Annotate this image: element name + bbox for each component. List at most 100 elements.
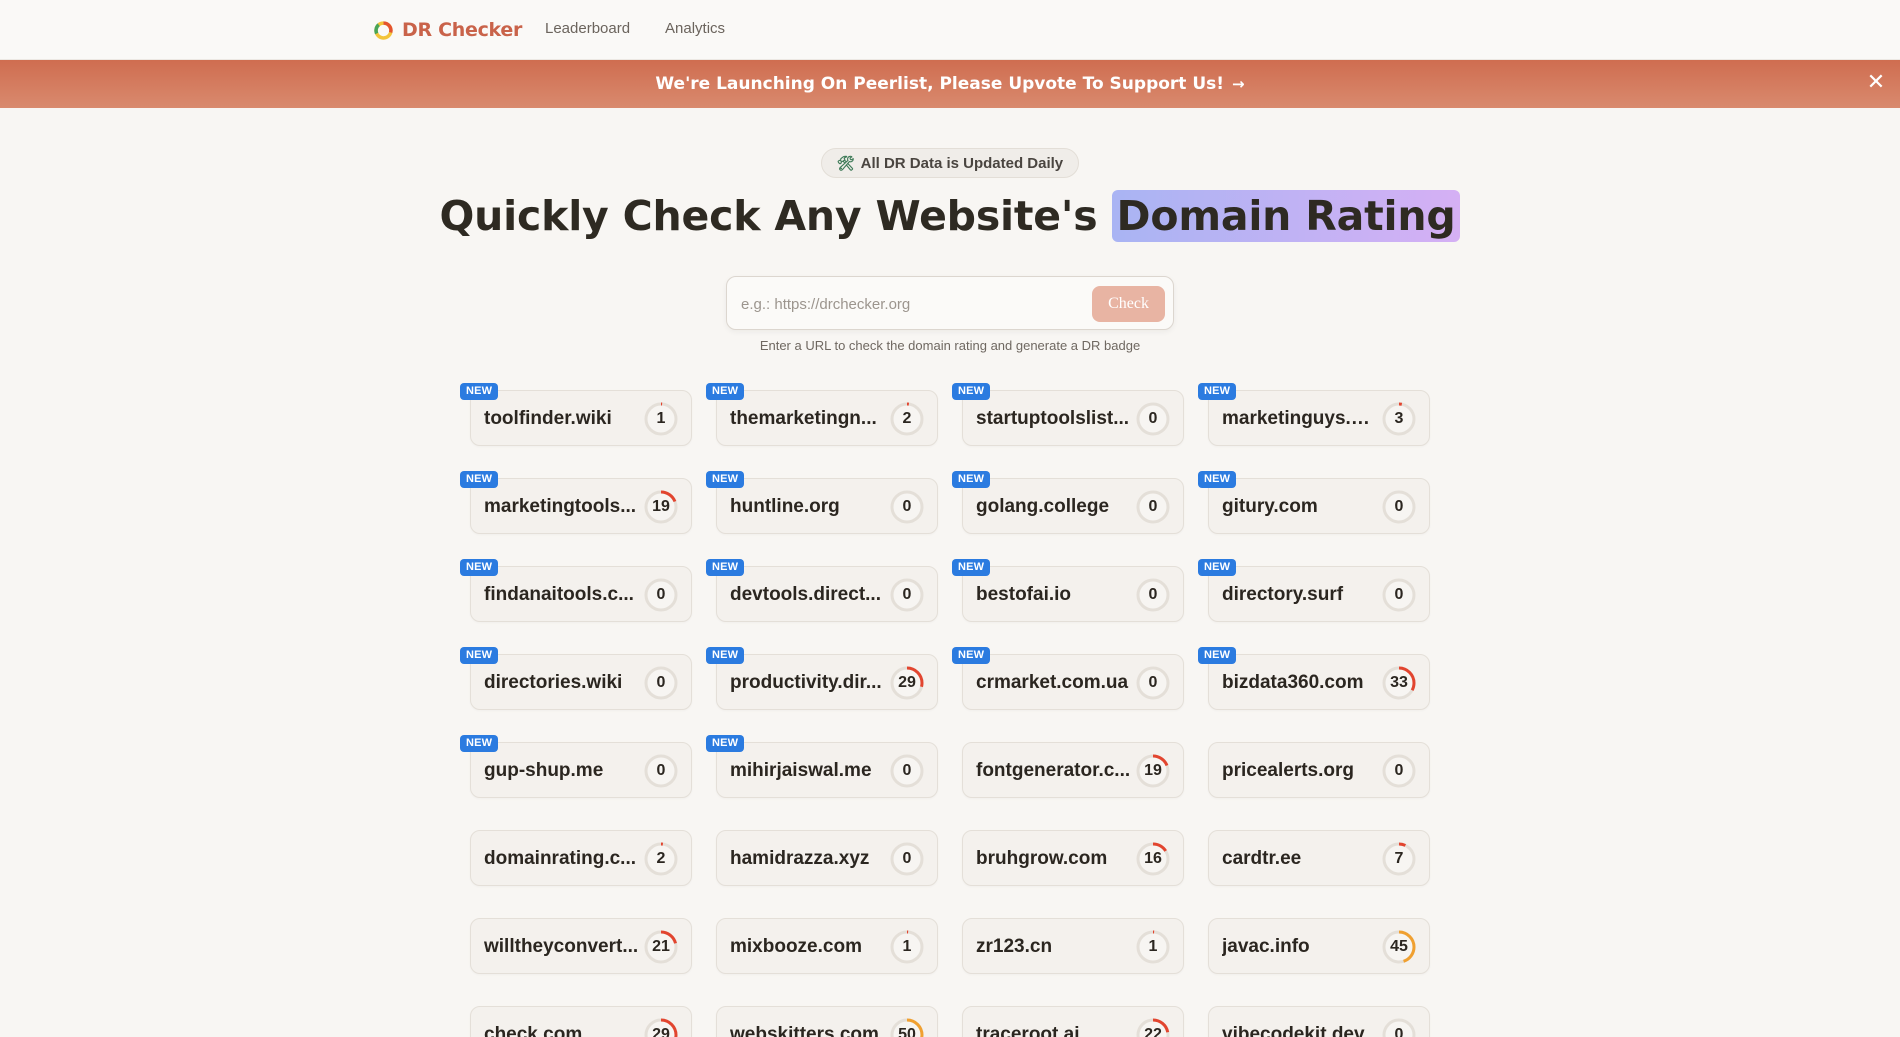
pill-text: All DR Data is Updated Daily	[860, 154, 1064, 172]
close-icon[interactable]: ✕	[1864, 72, 1888, 96]
site-card[interactable]: NEW startuptoolslist... 0	[952, 383, 1184, 446]
site-card[interactable]: NEW themarketingn... 2	[706, 383, 938, 446]
site-card[interactable]: NEW golang.college 0	[952, 471, 1184, 534]
site-card[interactable]: NEW directories.wiki 0	[460, 647, 692, 710]
site-card[interactable]: webskitters.com 50	[716, 1006, 938, 1037]
dr-score-ring: 0	[1380, 576, 1418, 614]
dr-score-value: 0	[902, 498, 912, 515]
site-card[interactable]: NEW directory.surf 0	[1198, 559, 1430, 622]
site-domain: vibecodekit.dev	[1222, 1024, 1365, 1037]
dr-score-value: 3	[1394, 410, 1404, 427]
site-domain: zr123.cn	[976, 936, 1053, 957]
dr-score-ring: 19	[1134, 752, 1172, 790]
dr-score-ring: 0	[642, 664, 680, 702]
site-domain: marketinguys.c...	[1222, 408, 1377, 429]
dr-score-value: 0	[1148, 586, 1158, 603]
site-domain: mihirjaiswal.me	[730, 760, 872, 781]
site-card[interactable]: vibecodekit.dev 0	[1208, 1006, 1430, 1037]
new-badge: NEW	[460, 471, 499, 488]
brand-ring-icon	[374, 20, 393, 40]
nav-leaderboard-link[interactable]: Leaderboard	[545, 20, 630, 37]
site-domain: marketingtools...	[484, 496, 637, 517]
dr-score-ring: 29	[888, 664, 926, 702]
dr-score-ring: 0	[888, 840, 926, 878]
site-card[interactable]: bruhgrow.com 16	[962, 830, 1184, 886]
dr-score-value: 21	[652, 938, 670, 955]
new-badge: NEW	[460, 647, 499, 664]
dr-score-ring: 19	[642, 488, 680, 526]
site-domain: gitury.com	[1222, 496, 1318, 517]
site-card[interactable]: hamidrazza.xyz 0	[716, 830, 938, 886]
dr-score-ring: 21	[642, 928, 680, 966]
dr-score-value: 0	[1148, 674, 1158, 691]
site-card[interactable]: NEW marketinguys.c... 3	[1198, 383, 1430, 446]
new-badge: NEW	[706, 735, 745, 752]
new-badge: NEW	[460, 559, 499, 576]
site-card[interactable]: NEW huntline.org 0	[706, 471, 938, 534]
dr-score-ring: 0	[642, 752, 680, 790]
site-card[interactable]: NEW findanaitools.c... 0	[460, 559, 692, 622]
dr-score-ring: 33	[1380, 664, 1418, 702]
dr-score-ring: 0	[1134, 664, 1172, 702]
site-domain: cardtr.ee	[1222, 848, 1302, 869]
new-badge: NEW	[952, 559, 991, 576]
banner-upvote-link[interactable]: We're Launching On Peerlist, Please Upvo…	[655, 74, 1244, 94]
dr-score-ring: 45	[1380, 928, 1418, 966]
dr-score-value: 50	[898, 1026, 916, 1037]
new-badge: NEW	[460, 383, 499, 400]
site-domain: fontgenerator.c...	[976, 760, 1131, 781]
site-card[interactable]: check.com 29	[470, 1006, 692, 1037]
dr-score-ring: 0	[1380, 488, 1418, 526]
dr-score-ring: 0	[1134, 576, 1172, 614]
site-card[interactable]: NEW bestofai.io 0	[952, 559, 1184, 622]
site-card[interactable]: willtheyconvert... 21	[470, 918, 692, 974]
site-card[interactable]: pricealerts.org 0	[1208, 742, 1430, 798]
dr-score-value: 0	[656, 762, 666, 779]
site-card[interactable]: NEW marketingtools... 19	[460, 471, 692, 534]
tools-icon: 🛠	[836, 154, 855, 171]
dr-score-value: 7	[1394, 850, 1404, 867]
site-card[interactable]: traceroot.ai 22	[962, 1006, 1184, 1037]
site-card[interactable]: NEW mihirjaiswal.me 0	[706, 735, 938, 798]
site-domain: startuptoolslist...	[976, 408, 1130, 429]
site-domain: webskitters.com	[730, 1024, 879, 1037]
banner-text: We're Launching On Peerlist, Please Upvo…	[655, 74, 1225, 94]
site-card[interactable]: NEW bizdata360.com 33	[1198, 647, 1430, 710]
dr-score-value: 45	[1390, 938, 1408, 955]
new-badge: NEW	[952, 471, 991, 488]
nav-analytics-link[interactable]: Analytics	[665, 20, 725, 37]
site-card[interactable]: domainrating.c... 2	[470, 830, 692, 886]
url-input[interactable]	[741, 289, 1061, 319]
site-card[interactable]: fontgenerator.c... 19	[962, 742, 1184, 798]
dr-score-ring: 22	[1134, 1016, 1172, 1037]
site-domain: hamidrazza.xyz	[730, 848, 870, 869]
brand-logo-link[interactable]: DR Checker	[373, 17, 522, 43]
dr-score-value: 0	[902, 586, 912, 603]
dr-score-value: 0	[1394, 762, 1404, 779]
dr-score-ring: 1	[642, 400, 680, 438]
dr-score-ring: 2	[888, 400, 926, 438]
dr-score-ring: 0	[642, 576, 680, 614]
search-box: Check	[726, 276, 1174, 330]
site-card[interactable]: NEW crmarket.com.ua 0	[952, 647, 1184, 710]
dr-score-value: 2	[902, 410, 912, 427]
check-button[interactable]: Check	[1092, 286, 1165, 322]
site-domain: domainrating.c...	[484, 848, 637, 869]
dr-score-ring: 0	[1134, 400, 1172, 438]
brand-name: DR Checker	[402, 19, 523, 41]
site-card[interactable]: NEW toolfinder.wiki 1	[460, 383, 692, 446]
site-card[interactable]: NEW productivity.dir... 29	[706, 647, 938, 710]
site-card[interactable]: NEW gup-shup.me 0	[460, 735, 692, 798]
dr-score-value: 22	[1144, 1026, 1162, 1037]
site-card[interactable]: NEW gitury.com 0	[1198, 471, 1430, 534]
new-badge: NEW	[706, 559, 745, 576]
site-card[interactable]: cardtr.ee 7	[1208, 830, 1430, 886]
site-card[interactable]: NEW devtools.direct... 0	[706, 559, 938, 622]
dr-score-ring: 7	[1380, 840, 1418, 878]
site-card[interactable]: javac.info 45	[1208, 918, 1430, 974]
site-domain: javac.info	[1222, 936, 1310, 957]
site-card[interactable]: mixbooze.com 1	[716, 918, 938, 974]
site-domain: productivity.dir...	[730, 672, 882, 693]
dr-score-value: 0	[1394, 498, 1404, 515]
site-card[interactable]: zr123.cn 1	[962, 918, 1184, 974]
